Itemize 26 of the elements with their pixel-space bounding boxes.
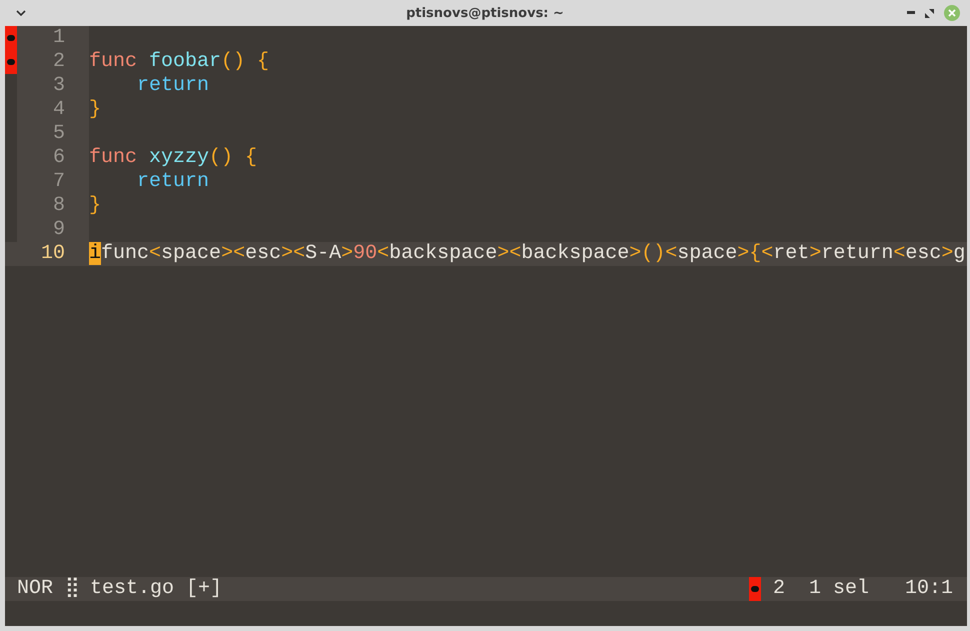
code-line: func xyzzy() { <box>89 146 258 170</box>
maximize-icon[interactable] <box>925 8 934 18</box>
code-line: return <box>136 170 210 194</box>
file-name: test.go [+] <box>90 577 222 601</box>
code-line: return <box>136 74 210 98</box>
line-number: 8 <box>17 194 89 218</box>
mode-indicator: NOR <box>17 577 54 601</box>
line-number: 6 <box>17 146 89 170</box>
code-line: func foobar() { <box>89 50 270 74</box>
line-number: 7 <box>17 170 89 194</box>
code-line: } <box>89 194 102 218</box>
line-number: 4 <box>17 98 89 122</box>
separator-glyph: ⣿ <box>65 577 80 601</box>
line-number: 2 <box>17 50 89 74</box>
code-line: ifunc<space><esc><S-A>90<backspace><backspace>()<space>{<ret>return<esc>g <box>89 242 966 266</box>
cursor-position: 10:1 <box>904 577 953 601</box>
selection-info: 1 sel <box>808 577 869 601</box>
window-title: ptisnovs@ptisnovs: ~ <box>406 6 564 20</box>
line-number: 1 <box>17 26 89 50</box>
code-line: } <box>89 98 102 122</box>
minimize-icon[interactable] <box>907 11 915 15</box>
line-number: 5 <box>17 122 89 146</box>
line-number: 3 <box>17 74 89 98</box>
selection-count: 2 <box>772 577 785 601</box>
line-number: 9 <box>17 218 89 242</box>
chevron-down-icon[interactable] <box>16 10 26 16</box>
